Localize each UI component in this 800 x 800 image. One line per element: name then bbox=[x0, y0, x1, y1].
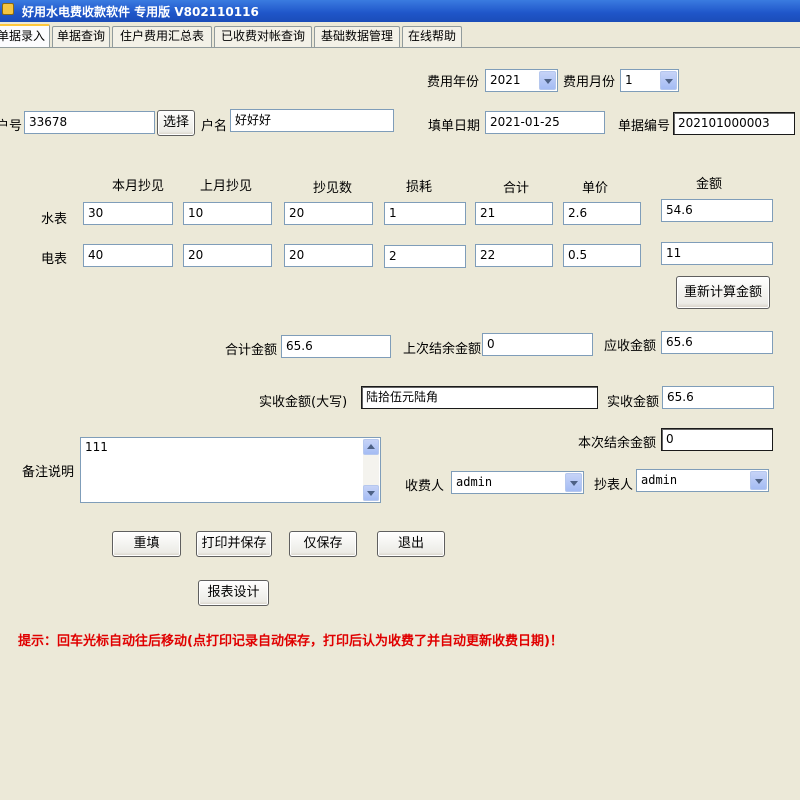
select-account-button[interactable]: 选择 bbox=[157, 110, 195, 136]
recalc-amount-button[interactable]: 重新计算金额 bbox=[676, 276, 770, 309]
doc-no-label: 单据编号 bbox=[618, 119, 671, 134]
account-no-field[interactable]: 33678 bbox=[24, 111, 155, 134]
fee-year-value: 2021 bbox=[490, 73, 521, 87]
collector-label: 收费人 bbox=[405, 479, 445, 494]
reader-label: 抄表人 bbox=[594, 478, 634, 493]
receivable-label: 应收金额 bbox=[604, 339, 657, 354]
this-balance-label: 本次结余金额 bbox=[578, 436, 657, 451]
app-icon bbox=[2, 3, 14, 15]
save-only-button[interactable]: 仅保存 bbox=[289, 531, 357, 557]
col-loss: 损耗 bbox=[406, 180, 433, 195]
window-title: 好用水电费收款软件 专用版 V802110116 bbox=[22, 5, 259, 19]
reader-value: admin bbox=[641, 473, 678, 487]
collector-value: admin bbox=[456, 475, 493, 489]
account-no-label: 户号 bbox=[0, 119, 23, 134]
exit-button[interactable]: 退出 bbox=[377, 531, 445, 557]
fee-month-value: 1 bbox=[625, 73, 633, 87]
notes-scrollbar[interactable] bbox=[363, 439, 379, 501]
col-last-month-reading: 上月抄见 bbox=[200, 179, 253, 194]
total-amount-field[interactable]: 65.6 bbox=[281, 335, 391, 358]
notes-text: 111 bbox=[85, 440, 108, 454]
water-count-field[interactable]: 20 bbox=[284, 202, 373, 225]
fill-date-label: 填单日期 bbox=[428, 119, 481, 134]
fee-month-select[interactable]: 1 bbox=[620, 69, 679, 92]
reset-button[interactable]: 重填 bbox=[112, 531, 181, 557]
electric-meter-label: 电表 bbox=[41, 252, 68, 267]
scroll-down-icon[interactable] bbox=[363, 485, 379, 501]
water-total-field[interactable]: 21 bbox=[475, 202, 553, 225]
account-name-field[interactable]: 好好好 bbox=[230, 109, 394, 132]
col-unit-price: 单价 bbox=[582, 181, 609, 196]
notes-textarea[interactable]: 111 bbox=[80, 437, 381, 503]
fee-month-label: 费用月份 bbox=[563, 75, 616, 90]
electric-amount-field[interactable]: 11 bbox=[661, 242, 773, 265]
water-loss-field[interactable]: 1 bbox=[384, 202, 466, 225]
scroll-up-icon[interactable] bbox=[363, 439, 379, 455]
this-balance-field[interactable]: 0 bbox=[661, 428, 773, 451]
chevron-down-icon[interactable] bbox=[750, 471, 767, 490]
chevron-down-icon[interactable] bbox=[539, 71, 556, 90]
hint-text: 提示：回车光标自动往后移动(点打印记录自动保存，打印后认为收费了并自动更新收费日… bbox=[18, 634, 563, 649]
account-name-label: 户名 bbox=[201, 119, 228, 134]
electric-unit-price-field[interactable]: 0.5 bbox=[563, 244, 641, 267]
col-total: 合计 bbox=[503, 181, 530, 196]
col-reading-count: 抄见数 bbox=[313, 181, 353, 196]
total-amount-label: 合计金额 bbox=[225, 343, 278, 358]
electric-this-month-field[interactable]: 40 bbox=[83, 244, 173, 267]
tab-paid-reconcile[interactable]: 已收费对帐查询 bbox=[214, 26, 312, 47]
fee-year-label: 费用年份 bbox=[427, 75, 480, 90]
tab-base-data[interactable]: 基础数据管理 bbox=[314, 26, 400, 47]
col-amount: 金额 bbox=[696, 177, 723, 192]
electric-last-month-field[interactable]: 20 bbox=[183, 244, 272, 267]
electric-total-field[interactable]: 22 bbox=[475, 244, 553, 267]
title-bar: 好用水电费收款软件 专用版 V802110116 bbox=[0, 0, 800, 22]
fee-year-select[interactable]: 2021 bbox=[485, 69, 558, 92]
water-unit-price-field[interactable]: 2.6 bbox=[563, 202, 641, 225]
receivable-field[interactable]: 65.6 bbox=[661, 331, 773, 354]
water-meter-label: 水表 bbox=[41, 212, 68, 227]
tab-doc-query[interactable]: 单据查询 bbox=[52, 26, 110, 47]
doc-no-field[interactable]: 202101000003 bbox=[673, 112, 795, 135]
reader-select[interactable]: admin bbox=[636, 469, 769, 492]
print-and-save-button[interactable]: 打印并保存 bbox=[196, 531, 272, 557]
water-last-month-field[interactable]: 10 bbox=[183, 202, 272, 225]
chevron-down-icon[interactable] bbox=[565, 473, 582, 492]
report-design-button[interactable]: 报表设计 bbox=[198, 580, 269, 606]
electric-loss-field[interactable]: 2 bbox=[384, 245, 466, 268]
fill-date-field[interactable]: 2021-01-25 bbox=[485, 111, 605, 134]
tab-panel-border bbox=[0, 47, 800, 48]
notes-label: 备注说明 bbox=[22, 465, 75, 480]
tab-online-help[interactable]: 在线帮助 bbox=[402, 26, 462, 47]
tab-resident-summary[interactable]: 住户费用汇总表 bbox=[112, 26, 212, 47]
prev-balance-field[interactable]: 0 bbox=[482, 333, 593, 356]
electric-count-field[interactable]: 20 bbox=[284, 244, 373, 267]
tab-doc-entry[interactable]: 单据录入 bbox=[0, 24, 50, 48]
received-label: 实收金额 bbox=[607, 395, 660, 410]
tab-strip: 单据录入 单据查询 住户费用汇总表 已收费对帐查询 基础数据管理 在线帮助 bbox=[0, 24, 800, 48]
chevron-down-icon[interactable] bbox=[660, 71, 677, 90]
col-this-month-reading: 本月抄见 bbox=[112, 179, 165, 194]
received-caps-label: 实收金额(大写) bbox=[259, 395, 348, 410]
water-amount-field[interactable]: 54.6 bbox=[661, 199, 773, 222]
prev-balance-label: 上次结余金额 bbox=[403, 342, 482, 357]
collector-select[interactable]: admin bbox=[451, 471, 584, 494]
received-field[interactable]: 65.6 bbox=[662, 386, 774, 409]
water-this-month-field[interactable]: 30 bbox=[83, 202, 173, 225]
received-caps-field[interactable]: 陆拾伍元陆角 bbox=[361, 386, 598, 409]
